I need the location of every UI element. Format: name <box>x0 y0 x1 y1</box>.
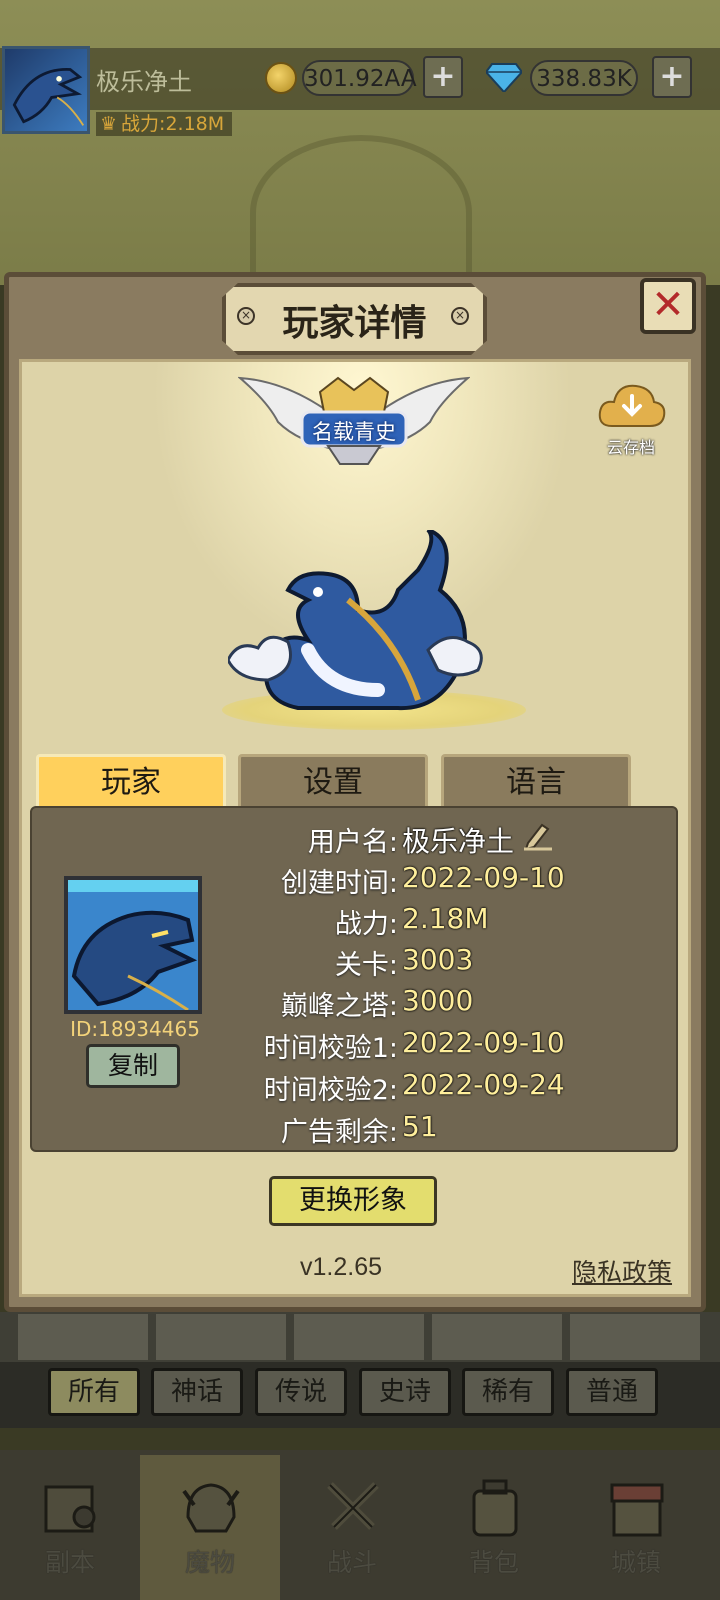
filter-rare[interactable]: 稀有 <box>462 1368 554 1416</box>
power-value: 2.18M <box>402 902 489 935</box>
top-power-value: 战力:2.18M <box>121 113 225 135</box>
change-avatar-button[interactable]: 更换形象 <box>269 1176 437 1226</box>
nav-town-label: 城镇 <box>610 1548 661 1577</box>
top-player-avatar[interactable] <box>2 46 90 134</box>
map-scroll-icon <box>44 1485 96 1533</box>
nav-dungeon-label: 副本 <box>44 1548 95 1577</box>
dragon-avatar-icon <box>12 68 85 126</box>
filter-legendary[interactable]: 传说 <box>255 1368 347 1416</box>
cloud-save-button[interactable] <box>598 380 666 430</box>
tower-label: 巅峰之塔: <box>280 991 398 1022</box>
created-value: 2022-09-10 <box>402 861 565 894</box>
stage-label: 关卡: <box>334 950 398 981</box>
monster-card[interactable] <box>294 1314 424 1360</box>
filter-common[interactable]: 普通 <box>566 1368 658 1416</box>
modal-title: 玩家详情 <box>282 303 427 344</box>
gold-coin-icon <box>265 62 297 94</box>
filter-mythic[interactable]: 神话 <box>151 1368 243 1416</box>
add-gold-button[interactable]: + <box>423 56 463 98</box>
version-text: v1.2.65 <box>300 1253 383 1281</box>
add-gems-button[interactable]: + <box>652 56 692 98</box>
gem-amount: 338.83K <box>530 60 638 96</box>
player-avatar[interactable] <box>64 876 202 1014</box>
filter-epic[interactable]: 史诗 <box>359 1368 451 1416</box>
tower-value: 3000 <box>402 984 474 1017</box>
tab-player[interactable]: 玩家 <box>36 754 226 810</box>
monster-card[interactable] <box>156 1314 286 1360</box>
filter-all[interactable]: 所有 <box>48 1368 140 1416</box>
monster-card[interactable] <box>570 1314 700 1360</box>
time-check-1-label: 时间校验1: <box>263 1033 398 1064</box>
close-button[interactable]: ✕ <box>640 278 696 334</box>
stage-value: 3003 <box>402 943 474 976</box>
player-id: ID:18934465 <box>70 1017 200 1041</box>
cloud-save-label: 云存档 <box>606 438 655 457</box>
nav-backpack[interactable]: 背包 <box>424 1455 564 1600</box>
helmet-icon <box>182 1483 240 1533</box>
nav-monsters[interactable]: 魔物 <box>140 1455 280 1600</box>
dragon-portrait-icon <box>68 880 198 1012</box>
monster-card[interactable] <box>432 1314 562 1360</box>
nav-backpack-label: 背包 <box>468 1548 519 1577</box>
background-emblem <box>250 135 472 291</box>
time-check-1-value: 2022-09-10 <box>402 1026 565 1059</box>
nav-town[interactable]: 城镇 <box>566 1455 706 1600</box>
privacy-policy-link[interactable]: 隐私政策 <box>572 1253 672 1289</box>
top-player-name: 极乐净土 <box>96 68 192 96</box>
created-label: 创建时间: <box>280 868 398 899</box>
tab-language[interactable]: 语言 <box>441 754 631 810</box>
power-label: 战力: <box>334 909 398 940</box>
backpack-icon <box>472 1479 518 1537</box>
nav-battle[interactable]: 战斗 <box>282 1455 422 1600</box>
gold-amount: 301.92AA <box>302 60 417 96</box>
monster-card[interactable] <box>18 1314 148 1360</box>
dragon-character-icon <box>228 530 483 711</box>
crossed-swords-icon <box>327 1482 379 1530</box>
time-check-2-label: 时间校验2: <box>263 1075 398 1106</box>
copy-id-button[interactable]: 复制 <box>86 1044 180 1088</box>
ads-remaining-label: 广告剩余: <box>280 1117 398 1148</box>
top-power-badge: ♛ 战力:2.18M <box>96 112 233 136</box>
title-badge-label: 名载青史 <box>312 420 396 444</box>
nav-monsters-label: 魔物 <box>184 1548 235 1577</box>
tab-settings[interactable]: 设置 <box>238 754 428 810</box>
edit-name-icon[interactable] <box>522 819 554 851</box>
ads-remaining-value: 51 <box>402 1110 438 1143</box>
nav-dungeon[interactable]: 副本 <box>0 1455 140 1600</box>
time-check-2-value: 2022-09-24 <box>402 1068 565 1101</box>
nav-battle-label: 战斗 <box>326 1548 377 1577</box>
username-value: 极乐净土 <box>402 825 515 858</box>
gem-icon <box>486 63 522 92</box>
username-label: 用户名: <box>307 827 398 858</box>
town-shop-icon <box>610 1483 664 1537</box>
crown-icon: ♛ <box>100 113 118 135</box>
